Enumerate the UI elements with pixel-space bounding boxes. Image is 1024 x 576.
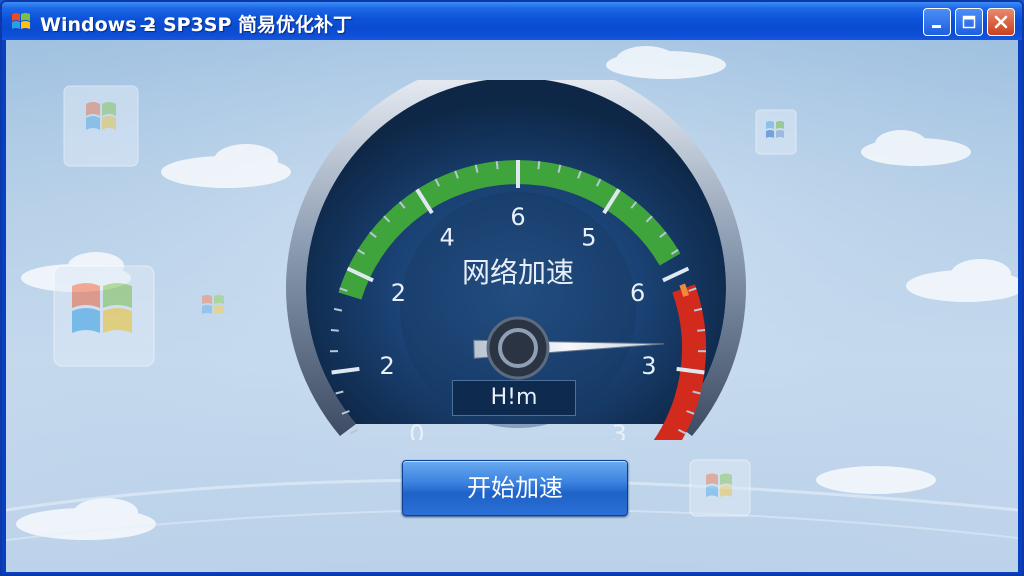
minimize-icon [932, 25, 941, 28]
window-title: Windows 2̶ SP3SP 简易优化补丁 [40, 14, 353, 36]
close-button[interactable] [987, 8, 1015, 36]
gauge-warning-marker [679, 283, 689, 297]
client-area: 0 2 2 4 6 5 6 3 3 网络加速 H!m 开始加速 [6, 40, 1018, 572]
gauge-tick-label: 3 [641, 352, 656, 380]
gauge-minor-tick [350, 428, 359, 435]
gauge-tick-label: 0 [409, 420, 424, 440]
windows-logo-icon [12, 13, 30, 29]
gauge-minor-tick [495, 161, 499, 170]
title-bar[interactable]: Windows 2̶ SP3SP 简易优化补丁 [2, 2, 1022, 40]
gauge-tick-label: 2 [379, 352, 394, 380]
app-window: Windows 2̶ SP3SP 简易优化补丁 0 2 2 4 6 5 6 3 … [0, 0, 1024, 576]
minimize-button[interactable] [923, 8, 951, 36]
gauge-minor-tick [537, 161, 541, 170]
gauge-minor-tick [697, 329, 706, 332]
gauge-minor-tick [330, 329, 339, 332]
maximize-icon [962, 15, 976, 29]
gauge-tick-label: 3 [611, 420, 626, 440]
gauge-tick-label: 6 [630, 279, 645, 307]
gauge-tick-label: 4 [439, 224, 454, 252]
maximize-button[interactable] [955, 8, 983, 36]
gauge-center-label: 网络加速 [462, 256, 574, 289]
close-icon [994, 15, 1008, 29]
gauge-tick-label: 6 [510, 203, 525, 231]
speed-readout: H!m [452, 380, 576, 416]
gauge-hub [486, 316, 550, 380]
gauge-tick-label: 5 [581, 224, 596, 252]
start-acceleration-button[interactable]: 开始加速 [402, 460, 628, 516]
gauge-tick-label: 2 [391, 279, 406, 307]
